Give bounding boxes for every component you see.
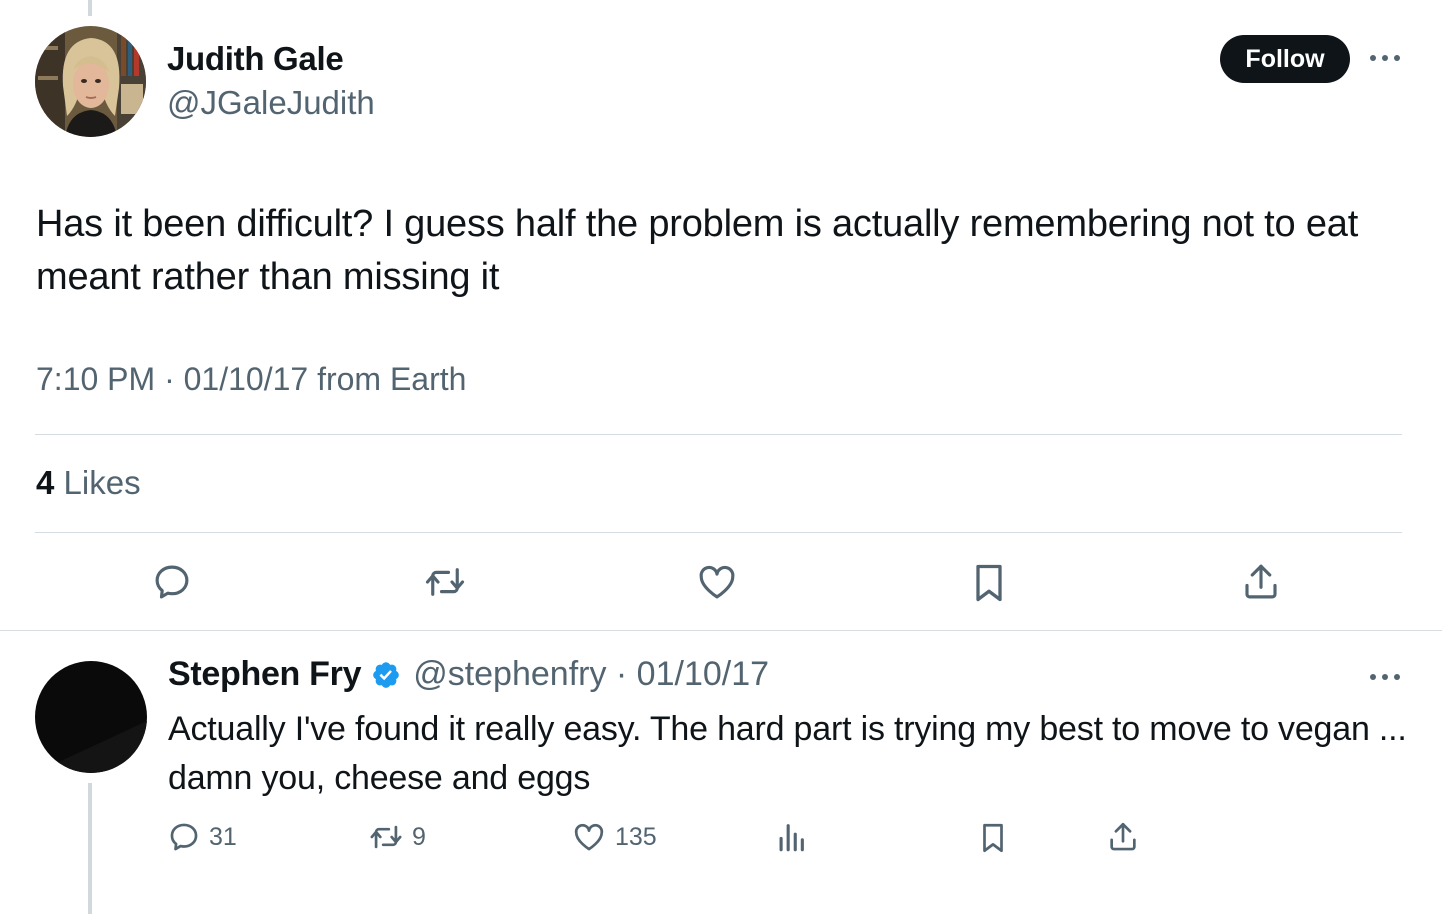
reply-count: 31 <box>209 822 237 851</box>
divider-2 <box>35 532 1402 533</box>
reply-handle-date[interactable]: @stephenfry · 01/10/17 <box>413 655 769 694</box>
retweet-count: 9 <box>412 822 426 851</box>
share-icon <box>1245 564 1277 599</box>
tweet-text: Has it been difficult? I guess half the … <box>36 203 1359 298</box>
avatar-stephen-fry[interactable] <box>35 661 147 773</box>
like-button[interactable] <box>695 561 739 603</box>
bookmark-icon <box>983 823 1003 853</box>
like-count: 135 <box>615 822 657 851</box>
likes-label: Likes <box>63 464 141 501</box>
avatar-judith-gale[interactable] <box>35 26 146 137</box>
like-icon <box>699 565 735 599</box>
likes-summary[interactable]: 4 Likes <box>36 464 141 502</box>
reply-reply-button[interactable]: 31 <box>167 820 237 854</box>
reply-header: Stephen Fry @stephenfry · 01/10/17 <box>168 655 769 694</box>
reply-bookmark-button[interactable] <box>976 820 1010 856</box>
reply-icon <box>155 565 189 599</box>
tweet-timestamp[interactable]: 7:10 PM · 01/10/17 from Earth <box>36 361 466 398</box>
avatar-photo <box>35 661 147 773</box>
divider-1 <box>35 434 1402 435</box>
author-name[interactable]: Judith Gale <box>167 40 344 78</box>
retweet-button[interactable] <box>423 561 467 603</box>
divider-3 <box>0 630 1442 631</box>
follow-button[interactable]: Follow <box>1220 35 1350 83</box>
reply-more-options-icon[interactable] <box>1370 672 1400 682</box>
reply-button[interactable] <box>151 561 193 603</box>
reply-text: Actually I've found it really easy. The … <box>168 710 1407 797</box>
author-handle[interactable]: @JGaleJudith <box>167 84 375 122</box>
avatar-photo <box>35 26 146 137</box>
retweet-icon <box>370 825 402 849</box>
reply-like-button[interactable]: 135 <box>571 820 657 854</box>
reply-author-name[interactable]: Stephen Fry <box>168 655 361 694</box>
share-button[interactable] <box>1239 561 1283 603</box>
reply-icon <box>170 823 198 851</box>
bookmark-button[interactable] <box>967 561 1011 605</box>
verified-badge-icon <box>371 660 401 690</box>
like-icon <box>574 823 604 851</box>
share-icon <box>1110 822 1136 851</box>
bookmark-icon <box>976 564 1002 602</box>
thread-line-top <box>88 0 92 16</box>
reply-retweet-button[interactable]: 9 <box>368 820 426 854</box>
views-icon <box>779 824 804 852</box>
retweet-icon <box>425 568 465 596</box>
reply-share-button[interactable] <box>1106 820 1140 854</box>
thread-line-bottom <box>88 783 92 914</box>
reply-views-button[interactable] <box>774 820 808 854</box>
more-options-icon[interactable] <box>1370 53 1400 63</box>
likes-count: 4 <box>36 464 55 501</box>
